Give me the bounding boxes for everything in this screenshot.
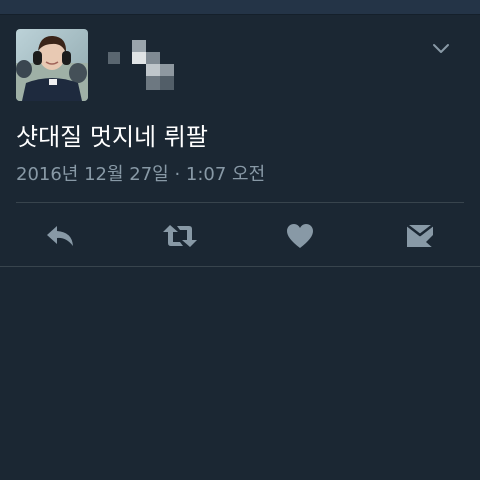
avatar[interactable] (16, 29, 88, 101)
chevron-down-icon[interactable] (430, 40, 452, 56)
reply-icon (47, 226, 73, 246)
tweet-timestamp: 2016년 12월 27일 · 1:07 오전 (16, 164, 266, 185)
retweet-icon (163, 225, 197, 247)
retweet-button[interactable] (160, 218, 200, 254)
direct-message-icon (406, 224, 434, 249)
divider (16, 202, 464, 203)
heart-icon (287, 224, 313, 248)
tweet-detail-screen: 샷대질 멋지네 뤼팔 2016년 12월 27일 · 1:07 오전 (0, 0, 480, 480)
divider (0, 266, 480, 267)
like-button[interactable] (280, 218, 320, 254)
display-name-censored[interactable] (104, 36, 184, 96)
tweet-text: 샷대질 멋지네 뤼팔 (16, 123, 208, 151)
top-bar (0, 0, 480, 15)
message-button[interactable] (400, 218, 440, 254)
reply-button[interactable] (40, 218, 80, 254)
